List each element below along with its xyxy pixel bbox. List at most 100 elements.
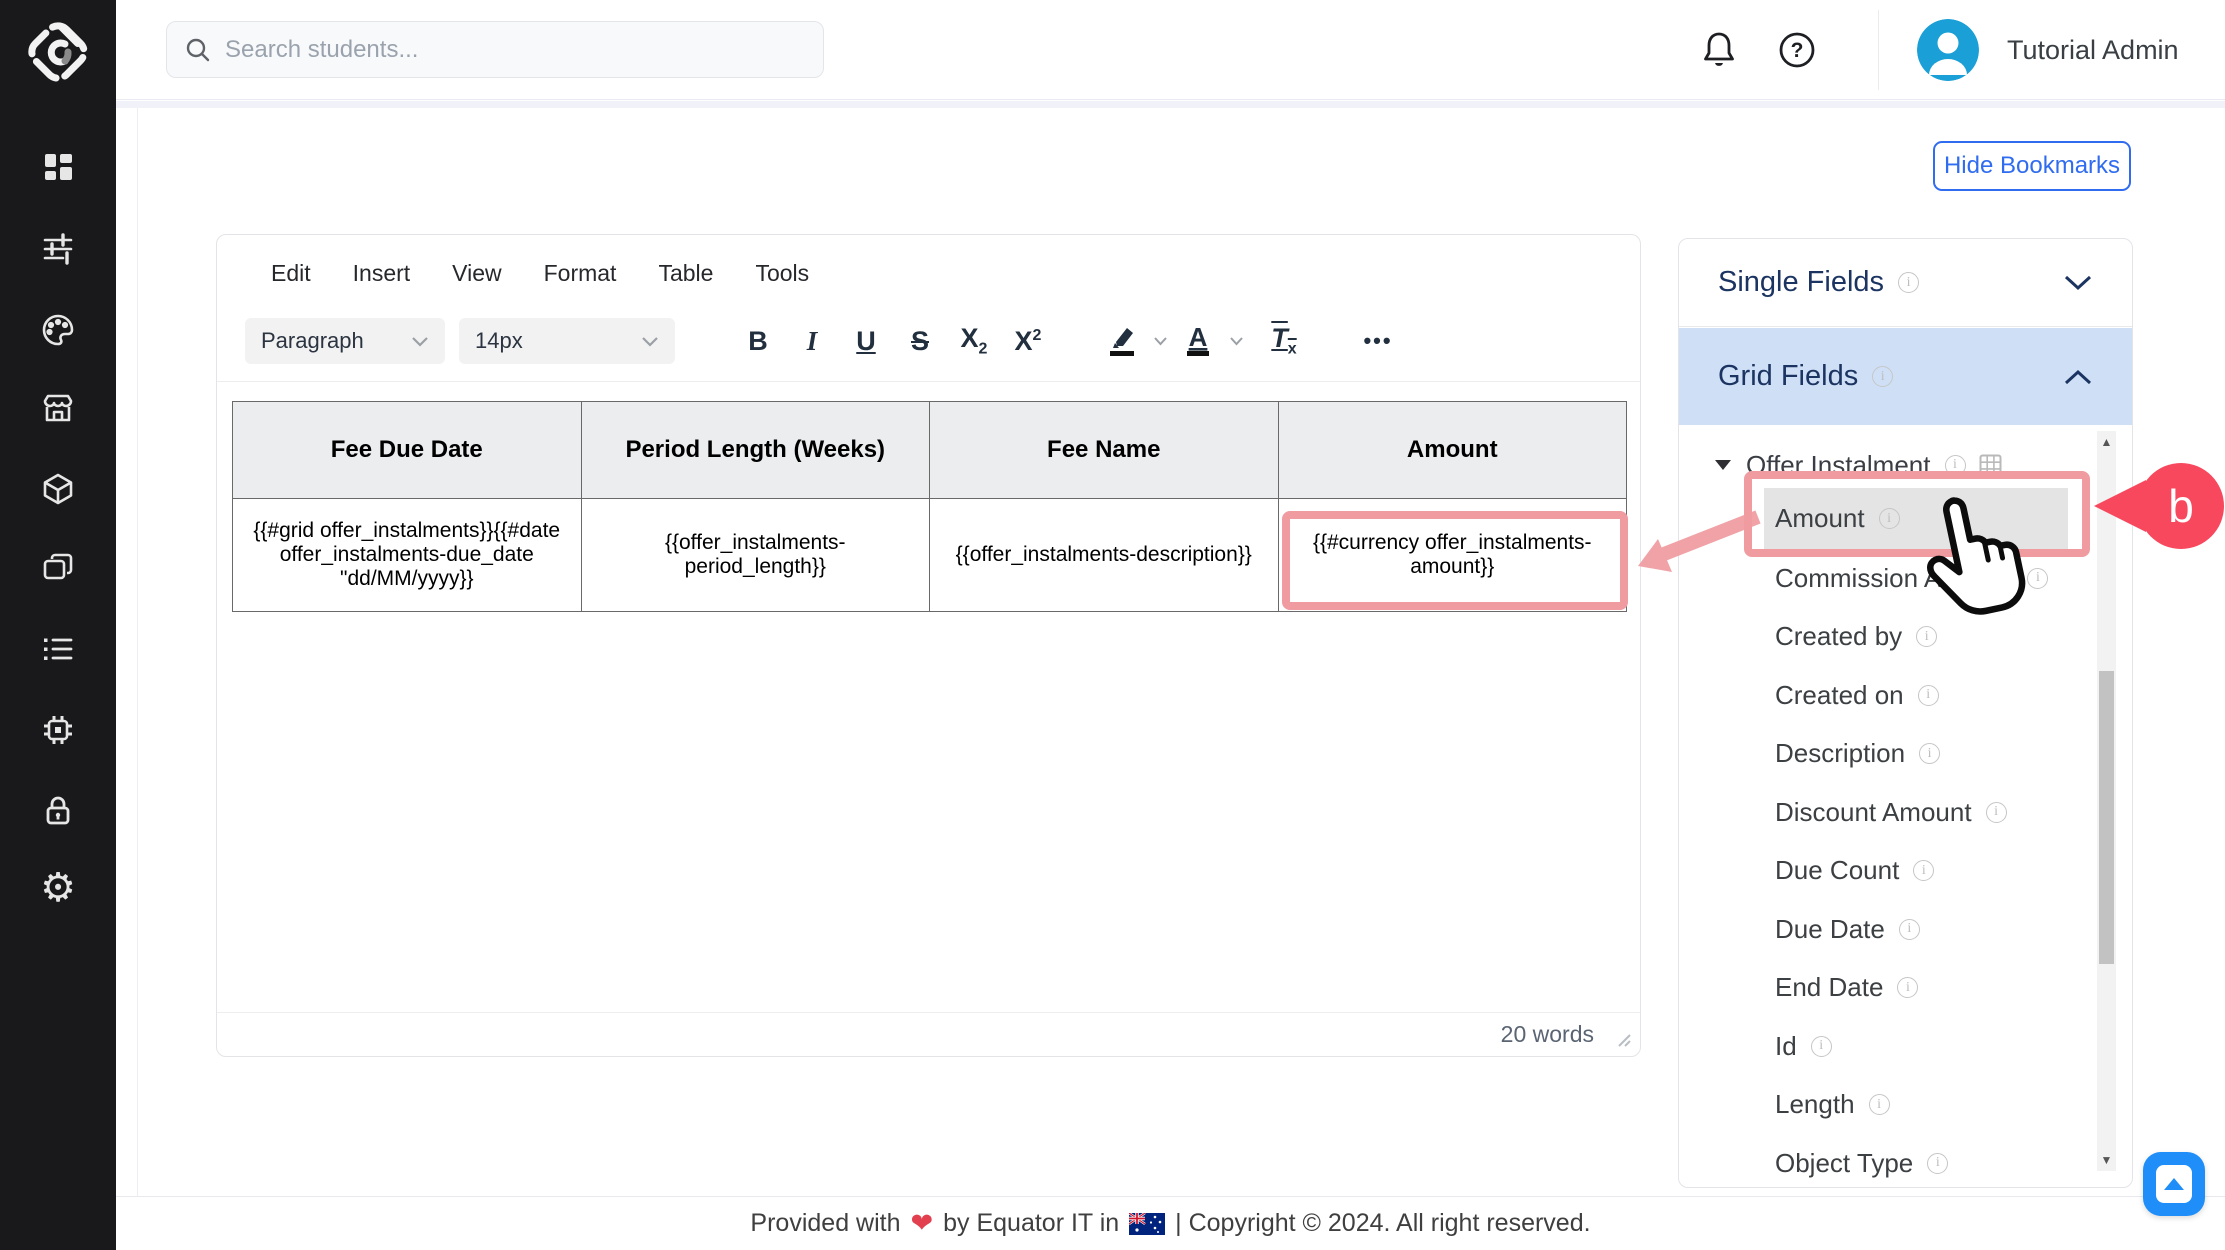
bold-button[interactable]: B bbox=[731, 318, 785, 364]
text-color-menu-button[interactable] bbox=[1225, 318, 1247, 364]
panel-scrollbar[interactable]: ▲ ▼ bbox=[2097, 431, 2116, 1171]
cell-amount[interactable]: {{#currency offer_instalments-amount}} bbox=[1278, 499, 1627, 612]
highlighter-icon bbox=[1107, 324, 1137, 358]
block-format-select[interactable]: Paragraph bbox=[245, 318, 445, 364]
info-icon[interactable] bbox=[2027, 568, 2048, 589]
cell-fee-name[interactable]: {{offer_instalments-description}} bbox=[930, 499, 1279, 612]
clear-formatting-button[interactable]: Tx bbox=[1257, 318, 1311, 364]
tree-item-discount-amount[interactable]: Discount Amount bbox=[1679, 783, 2099, 842]
tree-item-created-by[interactable]: Created by bbox=[1679, 608, 2099, 667]
info-icon[interactable] bbox=[1927, 1153, 1948, 1174]
tree-item-due-count[interactable]: Due Count bbox=[1679, 842, 2099, 901]
template-table[interactable]: Fee Due Date Period Length (Weeks) Fee N… bbox=[232, 401, 1627, 612]
col-header-period-length[interactable]: Period Length (Weeks) bbox=[581, 402, 930, 499]
info-icon[interactable] bbox=[1913, 860, 1934, 881]
menu-insert[interactable]: Insert bbox=[353, 260, 411, 287]
app-logo-icon[interactable] bbox=[28, 22, 88, 82]
strikethrough-button[interactable]: S bbox=[893, 318, 947, 364]
info-icon[interactable] bbox=[1899, 919, 1920, 940]
tree-item-amount[interactable]: Amount bbox=[1764, 488, 2068, 549]
tree-item-commission-amount[interactable]: Commission Amount bbox=[1679, 549, 2099, 608]
sidebar-item-products[interactable] bbox=[38, 469, 78, 509]
col-header-fee-name[interactable]: Fee Name bbox=[930, 402, 1279, 499]
menu-tools[interactable]: Tools bbox=[755, 260, 809, 287]
bookmarks-panel: Single Fields Grid Fields Offer Instalme… bbox=[1678, 238, 2133, 1188]
sidebar-item-settings[interactable]: ⚙ bbox=[38, 868, 78, 908]
item-label: Amount bbox=[1775, 503, 1865, 534]
info-icon[interactable] bbox=[1986, 802, 2007, 823]
sidebar-item-pages[interactable] bbox=[38, 548, 78, 588]
highlight-color-button[interactable] bbox=[1095, 318, 1149, 364]
notifications-button[interactable] bbox=[1696, 26, 1742, 74]
text-color-button[interactable]: A bbox=[1171, 318, 1225, 364]
info-icon[interactable] bbox=[1919, 743, 1940, 764]
grid-fields-header[interactable]: Grid Fields bbox=[1679, 328, 2132, 425]
menu-view[interactable]: View bbox=[452, 260, 501, 287]
search-input[interactable] bbox=[225, 36, 785, 64]
sliders-icon bbox=[40, 230, 76, 266]
sidebar-item-security[interactable] bbox=[38, 791, 78, 831]
tree-item-due-date[interactable]: Due Date bbox=[1679, 900, 2099, 959]
item-label: Due Count bbox=[1775, 855, 1899, 886]
info-icon[interactable] bbox=[1918, 685, 1939, 706]
sidebar-item-theme[interactable] bbox=[38, 310, 78, 350]
search-icon bbox=[185, 37, 211, 63]
info-icon[interactable] bbox=[1872, 366, 1893, 387]
single-fields-header[interactable]: Single Fields bbox=[1679, 239, 2132, 327]
hide-bookmarks-button[interactable]: Hide Bookmarks bbox=[1933, 141, 2131, 191]
col-header-amount[interactable]: Amount bbox=[1278, 402, 1627, 499]
sidebar-item-settings-sliders[interactable] bbox=[38, 228, 78, 268]
scrollbar-up-arrow[interactable]: ▲ bbox=[2097, 431, 2116, 453]
menu-format[interactable]: Format bbox=[544, 260, 617, 287]
windows-icon bbox=[40, 550, 76, 586]
cell-fee-due-date[interactable]: {{#grid offer_instalments}}{{#date offer… bbox=[233, 499, 582, 612]
underline-button[interactable]: U bbox=[839, 318, 893, 364]
item-label: End Date bbox=[1775, 972, 1883, 1003]
scroll-to-top-button[interactable] bbox=[2143, 1152, 2205, 1216]
more-tools-button[interactable]: ••• bbox=[1351, 318, 1405, 364]
tree-item-object-type[interactable]: Object Type bbox=[1679, 1134, 2099, 1188]
footer-text-middle: by Equator IT in bbox=[943, 1209, 1119, 1238]
help-button[interactable]: ? bbox=[1774, 26, 1820, 74]
info-icon[interactable] bbox=[1811, 1036, 1832, 1057]
menu-edit[interactable]: Edit bbox=[271, 260, 311, 287]
col-header-fee-due-date[interactable]: Fee Due Date bbox=[233, 402, 582, 499]
tree-group-offer-instalment[interactable]: Offer Instalment bbox=[1679, 442, 2099, 488]
resize-handle-icon[interactable] bbox=[1614, 1030, 1632, 1048]
info-icon[interactable] bbox=[1945, 455, 1966, 476]
sidebar-item-store[interactable] bbox=[38, 389, 78, 429]
font-size-select[interactable]: 14px bbox=[459, 318, 675, 364]
italic-button[interactable]: I bbox=[785, 318, 839, 364]
info-icon[interactable] bbox=[1898, 272, 1919, 293]
avatar[interactable] bbox=[1917, 19, 1979, 81]
superscript-button[interactable]: X2 bbox=[1001, 318, 1055, 364]
item-label: Due Date bbox=[1775, 914, 1885, 945]
caret-down-icon[interactable] bbox=[1715, 460, 1731, 470]
info-icon[interactable] bbox=[1869, 1094, 1890, 1115]
info-icon[interactable] bbox=[1916, 626, 1937, 647]
tree-item-id[interactable]: Id bbox=[1679, 1017, 2099, 1076]
user-name[interactable]: Tutorial Admin bbox=[2007, 0, 2179, 100]
tree-item-length[interactable]: Length bbox=[1679, 1076, 2099, 1135]
info-icon[interactable] bbox=[1897, 977, 1918, 998]
tree-item-description[interactable]: Description bbox=[1679, 725, 2099, 784]
grid-table-icon[interactable] bbox=[1979, 454, 2002, 477]
subscript-button[interactable]: X2 bbox=[947, 318, 1001, 364]
user-avatar-icon bbox=[1917, 19, 1979, 81]
sidebar-item-dashboard[interactable] bbox=[38, 148, 78, 188]
sidebar-item-integrations[interactable] bbox=[38, 710, 78, 750]
chevron-down-icon bbox=[1153, 336, 1168, 346]
top-bar: ? Tutorial Admin bbox=[116, 0, 2225, 100]
table-header-row: Fee Due Date Period Length (Weeks) Fee N… bbox=[233, 402, 1627, 499]
chip-icon bbox=[40, 712, 76, 748]
menu-table[interactable]: Table bbox=[658, 260, 713, 287]
highlight-color-menu-button[interactable] bbox=[1149, 318, 1171, 364]
sidebar-item-lists[interactable] bbox=[38, 629, 78, 669]
tree-item-end-date[interactable]: End Date bbox=[1679, 959, 2099, 1018]
tree-item-created-on[interactable]: Created on bbox=[1679, 666, 2099, 725]
scrollbar-down-arrow[interactable]: ▼ bbox=[2097, 1149, 2116, 1171]
scrollbar-thumb[interactable] bbox=[2099, 671, 2114, 964]
cell-period-length[interactable]: {{offer_instalments-period_length}} bbox=[581, 499, 930, 612]
info-icon[interactable] bbox=[1879, 508, 1900, 529]
search-bar[interactable] bbox=[166, 21, 824, 78]
